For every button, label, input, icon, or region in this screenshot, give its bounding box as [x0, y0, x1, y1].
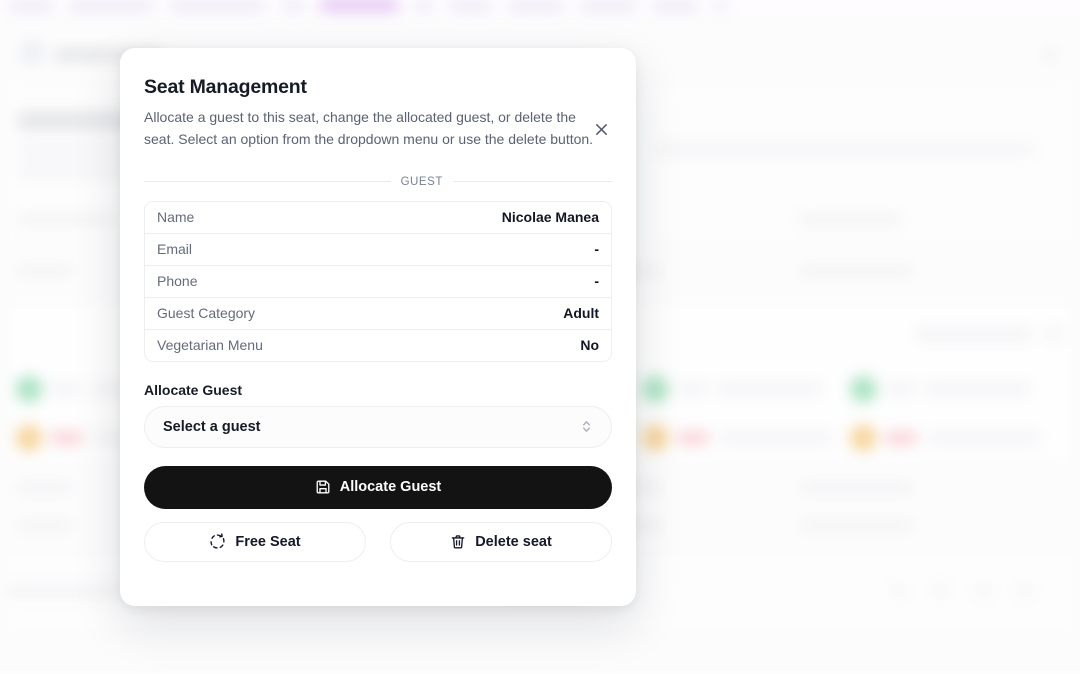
chevron-up-down-icon [580, 419, 593, 434]
allocate-guest-button[interactable]: Allocate Guest [144, 466, 612, 509]
row-label: Phone [157, 273, 197, 289]
divider-rule-left [144, 181, 391, 182]
guest-section-divider: GUEST [144, 176, 612, 188]
table-row: Vegetarian Menu No [145, 330, 611, 361]
save-icon [315, 479, 331, 495]
row-value: No [580, 337, 599, 353]
row-value: - [594, 241, 599, 257]
delete-seat-button-label: Delete seat [475, 534, 552, 550]
allocate-guest-label: Allocate Guest [144, 382, 612, 398]
delete-seat-button[interactable]: Delete seat [390, 522, 612, 562]
table-row: Email - [145, 234, 611, 266]
row-value: Adult [563, 305, 599, 321]
row-label: Email [157, 241, 192, 257]
allocate-guest-button-label: Allocate Guest [340, 479, 442, 495]
secondary-action-row: Free Seat Delete seat [144, 522, 612, 562]
free-seat-button[interactable]: Free Seat [144, 522, 366, 562]
guest-section-caption: GUEST [401, 176, 443, 188]
table-row: Phone - [145, 266, 611, 298]
row-value: Nicolae Manea [502, 209, 599, 225]
guest-select-value: Select a guest [163, 419, 261, 435]
table-row: Name Nicolae Manea [145, 202, 611, 234]
trash-icon [450, 534, 466, 550]
close-icon[interactable] [590, 118, 612, 140]
row-value: - [594, 273, 599, 289]
table-row: Guest Category Adult [145, 298, 611, 330]
dialog-description: Allocate a guest to this seat, change th… [144, 107, 606, 150]
circle-dashed-arrow-icon [209, 533, 226, 550]
row-label: Vegetarian Menu [157, 337, 263, 353]
free-seat-button-label: Free Seat [235, 534, 300, 550]
divider-rule-right [453, 181, 612, 182]
guest-select[interactable]: Select a guest [144, 406, 612, 448]
row-label: Name [157, 209, 194, 225]
seat-management-dialog: Seat Management Allocate a guest to this… [120, 48, 636, 606]
row-label: Guest Category [157, 305, 255, 321]
dialog-title: Seat Management [144, 76, 612, 99]
guest-details-table: Name Nicolae Manea Email - Phone - Guest… [144, 201, 612, 362]
